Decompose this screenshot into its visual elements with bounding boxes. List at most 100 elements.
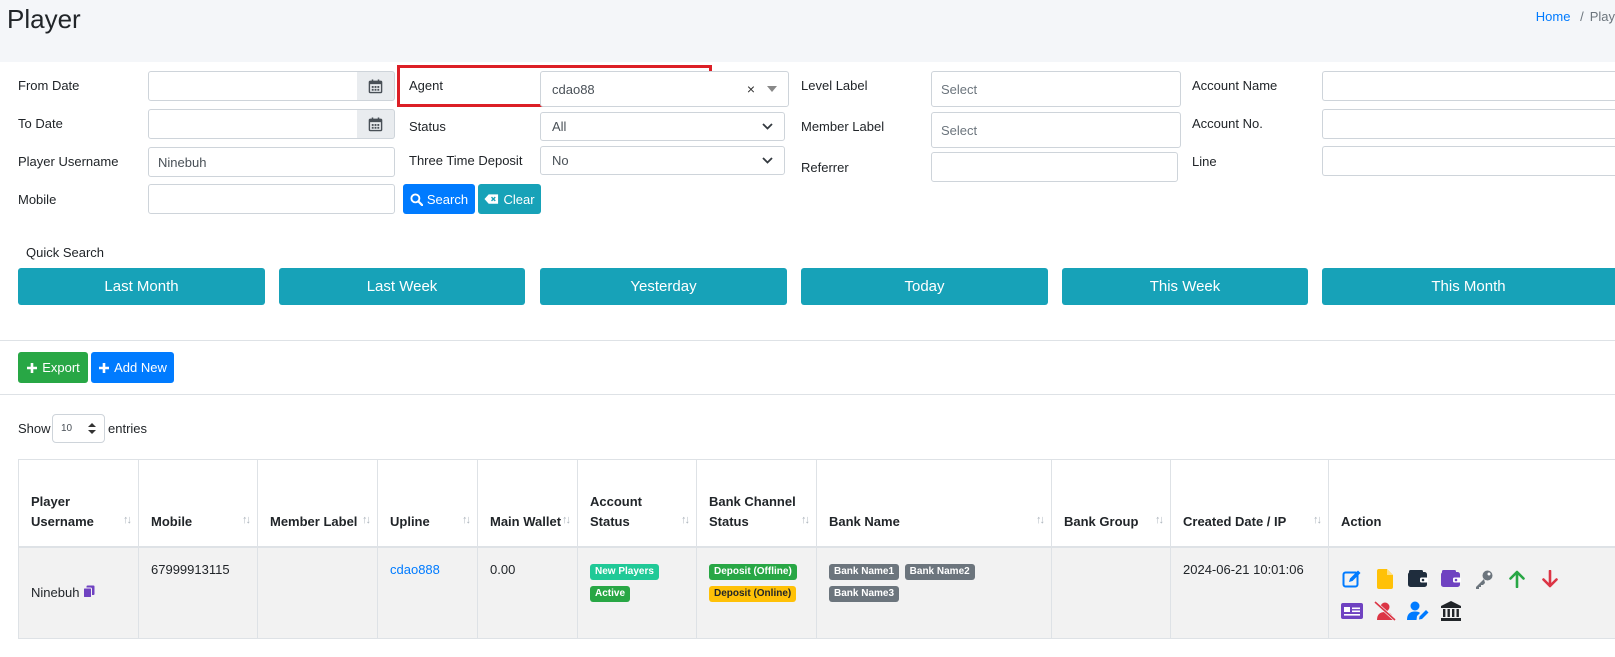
column-header[interactable]: Account Status ↑↓ [577, 459, 697, 548]
arrow-down-icon[interactable] [1539, 568, 1561, 590]
three-time-deposit-select[interactable]: No [540, 146, 785, 175]
agent-label: Agent [409, 78, 443, 93]
calendar-icon [368, 78, 383, 93]
column-header[interactable]: Member Label ↑↓ [257, 459, 378, 548]
level-label-placeholder: Select [941, 81, 978, 97]
column-header[interactable]: Main Wallet ↑↓ [477, 459, 578, 548]
clear-button[interactable]: Clear [478, 184, 541, 214]
channel-badge: Deposit (Online) [709, 585, 797, 602]
entries-label: entries [108, 421, 148, 436]
to-date-input[interactable] [148, 109, 358, 139]
quick-this-week-button[interactable]: This Week [1062, 268, 1308, 305]
level-label-label: Level Label [801, 78, 868, 93]
players-table: Player Username ↑↓ Mobile ↑↓ Member Label ↑… [18, 459, 1615, 639]
bank-badge: Bank Name2 [904, 563, 975, 580]
account-name-input[interactable] [1322, 71, 1615, 101]
entries-select[interactable]: 10 [52, 414, 105, 443]
clear-button-label: Clear [503, 191, 535, 207]
channel-badge: Deposit (Offline) [709, 563, 797, 580]
status-badge: Active [590, 585, 631, 602]
mobile-label: Mobile [18, 192, 57, 207]
column-header-label: Upline [390, 513, 430, 529]
line-input[interactable] [1322, 146, 1615, 176]
sort-icon: ↑↓ [801, 513, 810, 526]
breadcrumb-current: Play [1589, 9, 1615, 24]
column-header[interactable]: Upline ↑↓ [377, 459, 478, 548]
search-button-label: Search [426, 191, 469, 207]
column-header: Action [1328, 459, 1615, 548]
sort-icon: ↑↓ [462, 513, 471, 526]
bank-name-cell: Bank Name1 Bank Name2 Bank Name3 [816, 546, 1052, 639]
column-header[interactable]: Created Date / IP ↑↓ [1170, 459, 1329, 548]
page-title: Player [7, 4, 81, 34]
member-label-cell [257, 546, 378, 639]
column-header-label: Bank Name [829, 513, 900, 529]
from-date-input[interactable] [148, 71, 358, 101]
quick-last-week-button[interactable]: Last Week [279, 268, 525, 305]
upline-link[interactable]: cdao888 [390, 562, 440, 577]
quick-search-label: Quick Search [26, 245, 105, 260]
arrow-up-icon[interactable] [1506, 568, 1528, 590]
column-header[interactable]: Mobile ↑↓ [138, 459, 258, 548]
quick-last-month-button[interactable]: Last Month [18, 268, 265, 305]
column-header[interactable]: Player Username ↑↓ [18, 459, 139, 548]
column-header[interactable]: Bank Name ↑↓ [816, 459, 1052, 548]
user-slash-icon[interactable] [1374, 600, 1396, 622]
sort-icon: ↑↓ [1036, 513, 1045, 526]
copy-icon[interactable] [83, 585, 95, 599]
column-header[interactable]: Bank Channel Status ↑↓ [696, 459, 817, 548]
member-label-select[interactable]: Select [931, 112, 1181, 148]
status-select[interactable]: All [540, 112, 785, 141]
line-label: Line [1192, 154, 1217, 169]
three-time-deposit-value: No [552, 153, 569, 168]
chevron-down-icon [762, 157, 773, 164]
level-label-select[interactable]: Select [931, 71, 1181, 107]
quick-yesterday-button[interactable]: Yesterday [540, 268, 787, 305]
quick-today-button[interactable]: Today [801, 268, 1048, 305]
three-time-deposit-label: Three Time Deposit [409, 153, 523, 168]
referrer-label: Referrer [801, 160, 849, 175]
column-header-label: Account Status [590, 493, 642, 529]
player-username-input[interactable]: Ninebuh [148, 147, 395, 177]
column-header-label: Action [1341, 513, 1382, 529]
key-icon[interactable] [1473, 568, 1495, 590]
status-badge: New Players [590, 563, 659, 580]
account-status-cell: New Players Active [577, 546, 697, 639]
money-check-icon[interactable] [1341, 600, 1363, 622]
account-name-label: Account Name [1192, 78, 1278, 93]
column-header-label: Created Date / IP [1183, 513, 1287, 529]
sort-icon: ↑↓ [562, 513, 571, 526]
sort-icon: ↑↓ [1155, 513, 1164, 526]
to-date-calendar-button[interactable] [357, 109, 395, 139]
purse-icon[interactable] [1440, 568, 1462, 590]
breadcrumb-home[interactable]: Home [1536, 9, 1571, 24]
search-button[interactable]: Search [403, 184, 475, 214]
quick-this-month-button[interactable]: This Month [1322, 268, 1615, 305]
wallet-icon[interactable] [1407, 568, 1429, 590]
export-button-label: Export [42, 360, 80, 375]
account-no-label: Account No. [1192, 116, 1263, 131]
agent-select[interactable]: cdao88 × [540, 71, 789, 107]
user-edit-icon[interactable] [1407, 600, 1429, 622]
bank-icon[interactable] [1440, 600, 1462, 622]
bank-group-cell [1051, 546, 1171, 639]
player-username-cell: Ninebuh [18, 546, 139, 639]
export-button[interactable]: Export [18, 352, 88, 383]
sort-icon: ↑↓ [242, 513, 251, 526]
mobile-input[interactable] [148, 184, 395, 214]
bank-badge: Bank Name1 [829, 563, 900, 580]
table-row: Ninebuh 67999913115 cdao888 0.00 New Pla… [18, 546, 1615, 639]
status-value: All [552, 119, 567, 134]
sort-icon: ↑↓ [1313, 513, 1322, 526]
plus-icon [27, 362, 38, 373]
edit-icon[interactable] [1341, 568, 1363, 590]
account-no-input[interactable] [1322, 109, 1615, 139]
from-date-label: From Date [18, 78, 80, 93]
status-label: Status [409, 119, 446, 134]
add-new-button[interactable]: Add New [91, 352, 174, 383]
from-date-calendar-button[interactable] [357, 71, 395, 101]
referrer-input[interactable] [931, 152, 1178, 182]
agent-clear-icon[interactable]: × [747, 81, 755, 97]
file-icon[interactable] [1374, 568, 1396, 590]
column-header[interactable]: Bank Group ↑↓ [1051, 459, 1171, 548]
